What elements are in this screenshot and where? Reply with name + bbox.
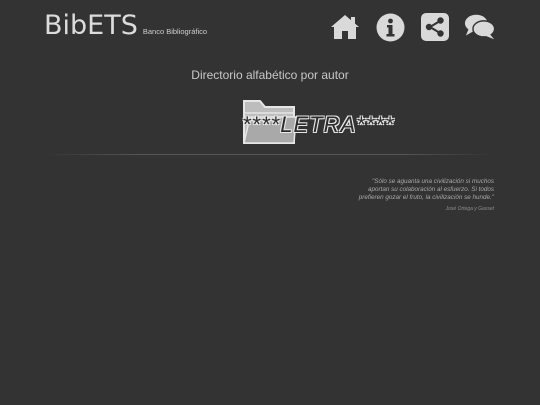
quote-author: José Ortega y Gasset xyxy=(445,206,494,212)
share-icon xyxy=(421,13,449,41)
logo-text: BibETS xyxy=(44,10,138,41)
home-icon xyxy=(331,15,359,39)
divider xyxy=(45,154,495,155)
info-button[interactable] xyxy=(374,11,406,43)
top-nav xyxy=(329,11,496,43)
site-logo[interactable]: BibETS Banco Bibliográfico xyxy=(44,10,207,41)
comments-icon xyxy=(464,14,496,40)
comments-button[interactable] xyxy=(464,11,496,43)
page-title: Directorio alfabético por autor xyxy=(191,68,349,82)
info-icon xyxy=(376,13,404,41)
letter-folder-link[interactable]: ****LETRA**** xyxy=(240,97,430,149)
logo-subtitle: Banco Bibliográfico xyxy=(142,27,208,36)
share-button[interactable] xyxy=(419,11,451,43)
home-button[interactable] xyxy=(329,11,361,43)
quote-text: "Sólo se aguanta una civilización si muc… xyxy=(358,178,494,201)
header: BibETS Banco Bibliográfico xyxy=(0,0,540,55)
quote: "Sólo se aguanta una civilización si muc… xyxy=(350,178,494,213)
letter-label: ****LETRA**** xyxy=(242,112,395,137)
